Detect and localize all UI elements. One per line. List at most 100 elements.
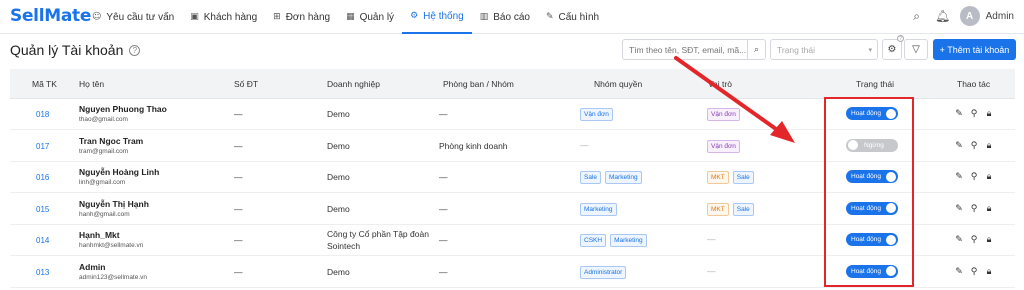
row-actions: ✎ ⚲ 🔒︎ bbox=[954, 171, 994, 183]
nav-item-label: Khách hàng bbox=[203, 11, 258, 23]
nav-item-label: Quản lý bbox=[359, 11, 395, 23]
lock-icon[interactable]: 🔒︎ bbox=[984, 140, 994, 152]
lock-icon[interactable]: 🔒︎ bbox=[984, 203, 994, 215]
role-tag: Vận đơn bbox=[707, 139, 740, 153]
account-email: tram@gmail.com bbox=[79, 147, 129, 155]
nav-item-1[interactable]: ▣ Khách hàng bbox=[182, 0, 265, 34]
role-tag: Sale bbox=[732, 171, 754, 184]
nav-item-label: Hệ thống bbox=[423, 10, 464, 22]
role-tag: MKT bbox=[707, 202, 729, 216]
permission-tag: Sale bbox=[580, 171, 602, 184]
nav-item-4[interactable]: ⚙ Hệ thống bbox=[402, 0, 472, 34]
filter-button[interactable]: ▽ bbox=[904, 39, 928, 60]
header-status: Trạng thái bbox=[856, 79, 894, 89]
search-icon[interactable]: ⌕ bbox=[908, 7, 926, 25]
search-input[interactable] bbox=[623, 44, 747, 55]
phone-cell: — bbox=[234, 109, 243, 119]
cart-icon: ⊞ bbox=[273, 12, 281, 22]
app-logo[interactable]: SellMate bbox=[10, 6, 91, 26]
account-name: Nguyễn Hoàng Linh bbox=[79, 167, 160, 177]
avatar[interactable]: A bbox=[959, 6, 980, 26]
company-cell: Công ty Cổ phần Tập đoàn Sointech bbox=[327, 229, 429, 251]
account-code-link[interactable]: 018 bbox=[36, 110, 49, 119]
permission-tag: Marketing bbox=[580, 202, 617, 216]
header-name: Họ tên bbox=[79, 79, 105, 89]
account-email: linh@gmail.com bbox=[79, 179, 126, 186]
nav-item-label: Báo cáo bbox=[493, 11, 530, 23]
help-icon[interactable]: ? bbox=[129, 44, 141, 56]
permission-group-cell: Administrator bbox=[580, 265, 630, 279]
user-name[interactable]: Admin bbox=[986, 11, 1014, 22]
lock-icon[interactable]: 🔒︎ bbox=[984, 266, 994, 278]
account-code-link[interactable]: 015 bbox=[36, 205, 49, 214]
phone-cell: — bbox=[234, 235, 243, 245]
account-name: Nguyen Phuong Thao bbox=[79, 104, 167, 114]
key-icon[interactable]: ⚲ bbox=[969, 140, 979, 152]
search-button[interactable]: ⌕ bbox=[747, 40, 765, 59]
account-name: Admin bbox=[79, 261, 106, 272]
permission-tag: Marketing bbox=[605, 171, 642, 184]
permission-group-cell: Sale Marketing bbox=[580, 171, 646, 184]
account-email: admin123@sellmate.vn bbox=[79, 273, 148, 281]
smiley-icon: ☺ bbox=[92, 12, 102, 22]
nav-item-0[interactable]: ☺ Yêu cầu tư vấn bbox=[84, 0, 182, 34]
department-cell: — bbox=[439, 266, 448, 277]
company-cell: Demo bbox=[327, 203, 350, 214]
phone-cell: — bbox=[234, 172, 243, 182]
account-name: Nguyễn Thị Hạnh bbox=[79, 198, 149, 209]
search-box: ⌕ bbox=[622, 39, 766, 60]
row-actions: ✎ ⚲ 🔒︎ bbox=[954, 108, 994, 120]
empty-cell: — bbox=[580, 139, 589, 150]
account-code-link[interactable]: 014 bbox=[36, 236, 49, 245]
lock-icon[interactable]: 🔒︎ bbox=[984, 108, 994, 120]
permission-tag: CSKH bbox=[580, 234, 607, 247]
chart-icon: ▥ bbox=[479, 12, 489, 22]
permission-tag: Administrator bbox=[580, 265, 627, 279]
edit-icon[interactable]: ✎ bbox=[954, 108, 964, 120]
wrench-icon: ✎ bbox=[545, 12, 554, 22]
add-account-button[interactable]: + Thêm tài khoản bbox=[933, 39, 1016, 60]
key-icon[interactable]: ⚲ bbox=[969, 266, 979, 278]
nav-item-3[interactable]: ▦ Quản lý bbox=[338, 0, 402, 34]
permission-group-cell: — bbox=[580, 140, 589, 150]
edit-icon[interactable]: ✎ bbox=[954, 234, 964, 246]
key-icon[interactable]: ⚲ bbox=[969, 108, 979, 120]
header-permission-group: Nhóm quyền bbox=[594, 79, 643, 89]
account-code-link[interactable]: 013 bbox=[36, 268, 49, 277]
phone-cell: — bbox=[234, 140, 243, 151]
nav-item-6[interactable]: ✎ Cấu hình bbox=[538, 0, 607, 34]
account-email: thao@gmail.com bbox=[79, 116, 128, 123]
edit-icon[interactable]: ✎ bbox=[954, 171, 964, 183]
status-filter-select[interactable]: Trạng thái ▾ bbox=[770, 39, 878, 60]
permission-tag: Vận đơn bbox=[580, 108, 613, 121]
role-cell: — bbox=[707, 266, 716, 276]
header-role: Vai trò bbox=[708, 79, 732, 89]
nav-item-label: Yêu cầu tư vấn bbox=[106, 11, 175, 23]
edit-icon[interactable]: ✎ bbox=[954, 266, 964, 278]
edit-icon[interactable]: ✎ bbox=[954, 140, 964, 152]
role-tag: Sale bbox=[732, 202, 754, 216]
account-code-link[interactable]: 016 bbox=[36, 173, 49, 182]
nav-item-5[interactable]: ▥ Báo cáo bbox=[472, 0, 538, 34]
account-code-link[interactable]: 017 bbox=[36, 142, 49, 151]
edit-icon[interactable]: ✎ bbox=[954, 203, 964, 215]
department-cell: — bbox=[439, 235, 448, 245]
nav-item-label: Đơn hàng bbox=[285, 11, 331, 23]
lock-icon[interactable]: 🔒︎ bbox=[984, 234, 994, 246]
company-cell: Demo bbox=[327, 109, 350, 119]
nav-item-2[interactable]: ⊞ Đơn hàng bbox=[265, 0, 338, 34]
lock-icon[interactable]: 🔒︎ bbox=[984, 171, 994, 183]
bell-icon[interactable]: 🔔︎ bbox=[934, 7, 952, 25]
top-right-controls: ⌕ 🔔︎ A Admin bbox=[908, 5, 1014, 27]
empty-cell: — bbox=[707, 265, 716, 276]
nav-item-label: Cấu hình bbox=[558, 11, 600, 23]
key-icon[interactable]: ⚲ bbox=[969, 171, 979, 183]
department-cell: — bbox=[439, 109, 448, 119]
key-icon[interactable]: ⚲ bbox=[969, 203, 979, 215]
account-name: Hạnh_Mkt bbox=[79, 230, 120, 240]
column-settings-button[interactable]: ⚙ bbox=[882, 39, 902, 60]
company-cell: Demo bbox=[327, 172, 350, 182]
account-email: hanhmkt@sellmate.vn bbox=[79, 242, 144, 249]
key-icon[interactable]: ⚲ bbox=[969, 234, 979, 246]
filter-icon: ▽ bbox=[912, 44, 920, 55]
